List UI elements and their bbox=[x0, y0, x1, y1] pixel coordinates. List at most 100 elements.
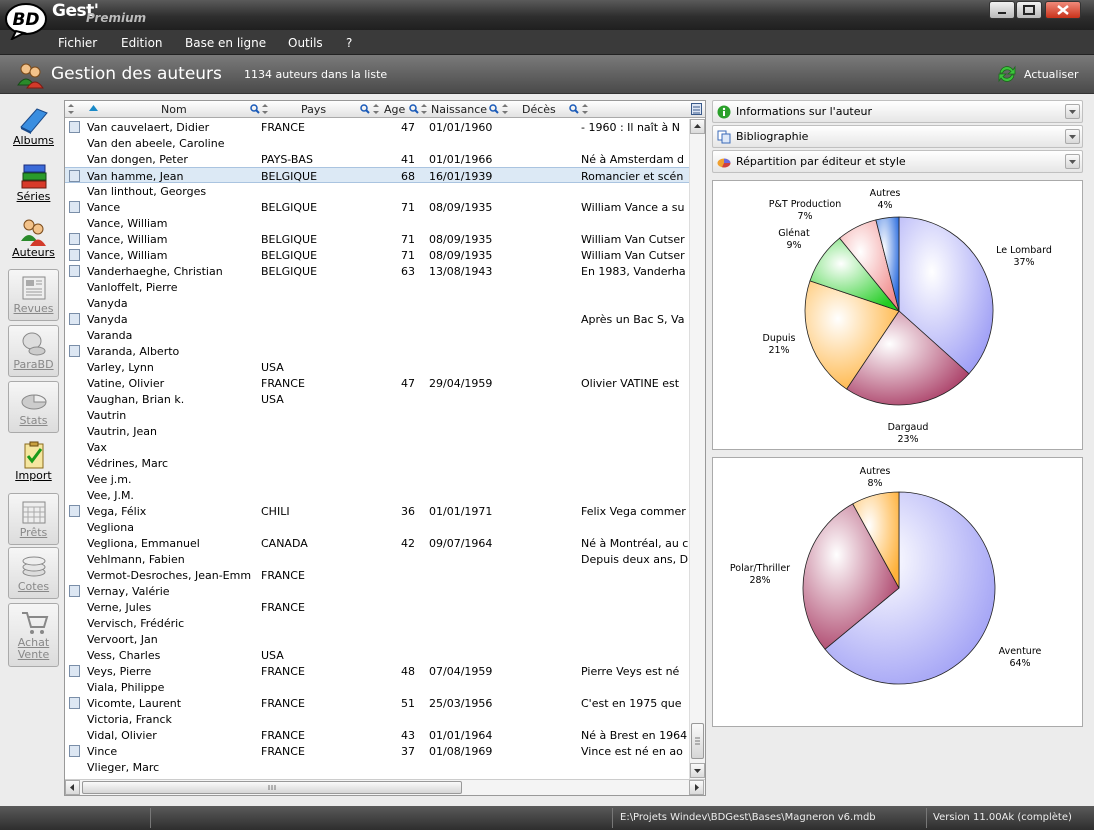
author-country: PAYS-BAS bbox=[261, 153, 313, 166]
table-row[interactable]: Vanyda Après un Bac S, Va bbox=[65, 311, 689, 327]
expand-button[interactable] bbox=[1065, 154, 1080, 169]
close-button[interactable] bbox=[1045, 1, 1081, 19]
table-row[interactable]: Van hamme, Jean BELGIQUE 68 16/01/1939 Roman… bbox=[65, 167, 689, 183]
author-name: Van hamme, Jean bbox=[87, 170, 184, 183]
sidebar-item-stats[interactable]: Stats bbox=[8, 381, 59, 433]
table-row[interactable]: Vidal, Olivier FRANCE 43 01/01/1964 Né à Bre… bbox=[65, 727, 689, 743]
coins-icon bbox=[22, 556, 45, 577]
table-row[interactable]: Vatine, Olivier FRANCE 47 29/04/1959 Olivier… bbox=[65, 375, 689, 391]
column-nom[interactable]: Nom bbox=[161, 103, 187, 116]
parabd-icon bbox=[22, 332, 45, 356]
author-photo-icon bbox=[69, 233, 80, 245]
table-row[interactable]: Vautrin bbox=[65, 407, 689, 423]
sidebar-item-albums[interactable]: Albums bbox=[8, 102, 59, 154]
table-row[interactable]: Vaughan, Brian k. USA bbox=[65, 391, 689, 407]
horizontal-scroll-thumb[interactable] bbox=[82, 781, 462, 794]
vertical-scrollbar[interactable] bbox=[689, 119, 705, 779]
author-age: 37 bbox=[401, 745, 415, 758]
column-picker-icon[interactable] bbox=[691, 103, 702, 115]
table-row[interactable]: Varanda, Alberto bbox=[65, 343, 689, 359]
table-row[interactable]: Vax bbox=[65, 439, 689, 455]
column-naissance[interactable]: Naissance bbox=[431, 103, 487, 116]
table-row[interactable]: Varanda bbox=[65, 327, 689, 343]
table-row[interactable]: Verne, Jules FRANCE bbox=[65, 599, 689, 615]
table-row[interactable]: Vee, J.M. bbox=[65, 487, 689, 503]
sidebar-item-series[interactable]: Séries bbox=[8, 158, 59, 210]
table-row[interactable]: Varley, Lynn USA bbox=[65, 359, 689, 375]
table-row[interactable]: Vanyda bbox=[65, 295, 689, 311]
table-row[interactable]: Van cauvelaert, Didier FRANCE 47 01/01/1960… bbox=[65, 119, 689, 135]
table-row[interactable]: Vanloffelt, Pierre bbox=[65, 279, 689, 295]
table-row[interactable]: Van dongen, Peter PAYS-BAS 41 01/01/1966 Né … bbox=[65, 151, 689, 167]
horizontal-scrollbar[interactable] bbox=[65, 779, 705, 795]
table-row[interactable]: Vlieger, Marc bbox=[65, 759, 689, 775]
sidebar-item-achat-vente[interactable]: Achat Vente bbox=[8, 603, 59, 667]
table-row[interactable]: Vee j.m. bbox=[65, 471, 689, 487]
table-row[interactable]: Vegliona bbox=[65, 519, 689, 535]
table-row[interactable]: Vehlmann, Fabien Depuis deux ans, D bbox=[65, 551, 689, 567]
search-icon[interactable] bbox=[250, 104, 260, 114]
panel-bibliographie[interactable]: Bibliographie bbox=[712, 125, 1083, 148]
sidebar-item-label: Achat Vente bbox=[17, 636, 50, 661]
table-row[interactable]: Vegliona, Emmanuel CANADA 42 09/07/1964 Né à… bbox=[65, 535, 689, 551]
author-name: Veys, Pierre bbox=[87, 665, 152, 678]
column-pays[interactable]: Pays bbox=[301, 103, 326, 116]
minimize-button[interactable] bbox=[989, 1, 1015, 19]
table-row[interactable]: Vance, William BELGIQUE 71 08/09/1935 Willia… bbox=[65, 247, 689, 263]
column-age[interactable]: Age bbox=[384, 103, 405, 116]
table-row[interactable]: Vervisch, Frédéric bbox=[65, 615, 689, 631]
table-row[interactable]: Victoria, Franck bbox=[65, 711, 689, 727]
menu-help[interactable]: ? bbox=[346, 36, 352, 50]
table-row[interactable]: Vance, William bbox=[65, 215, 689, 231]
panel-repartition[interactable]: Répartition par éditeur et style bbox=[712, 150, 1083, 173]
author-birthdate: 08/09/1935 bbox=[429, 201, 493, 214]
panel-info-auteur[interactable]: Informations sur l'auteur bbox=[712, 100, 1083, 123]
menu-base-en-ligne[interactable]: Base en ligne bbox=[185, 36, 266, 50]
scroll-left-button[interactable] bbox=[65, 780, 80, 795]
menu-fichier[interactable]: Fichier bbox=[58, 36, 97, 50]
search-icon[interactable] bbox=[489, 104, 499, 114]
scroll-right-button[interactable] bbox=[689, 780, 704, 795]
pie-slice-label: Autres bbox=[870, 188, 901, 199]
table-row[interactable]: Viala, Philippe bbox=[65, 679, 689, 695]
table-row[interactable]: Vermot-Desroches, Jean-Emm FRANCE bbox=[65, 567, 689, 583]
sidebar-item-cotes[interactable]: Cotes bbox=[8, 547, 59, 599]
expand-button[interactable] bbox=[1065, 104, 1080, 119]
table-row[interactable]: Vervoort, Jan bbox=[65, 631, 689, 647]
bibliography-icon bbox=[717, 130, 731, 144]
search-icon[interactable] bbox=[360, 104, 370, 114]
sidebar-item-import[interactable]: Import bbox=[8, 437, 59, 489]
sidebar-item-prets[interactable]: Prêts bbox=[8, 493, 59, 545]
table-row[interactable]: Vega, Félix CHILI 36 01/01/1971 Felix Vega c… bbox=[65, 503, 689, 519]
author-name: Van dongen, Peter bbox=[87, 153, 188, 166]
table-row[interactable]: Vess, Charles USA bbox=[65, 647, 689, 663]
table-row[interactable]: Van linthout, Georges bbox=[65, 183, 689, 199]
author-photo-icon bbox=[69, 170, 80, 182]
scroll-down-button[interactable] bbox=[690, 763, 705, 778]
menu-edition[interactable]: Edition bbox=[121, 36, 163, 50]
sidebar-item-revues[interactable]: Revues bbox=[8, 269, 59, 321]
table-row[interactable]: Vautrin, Jean bbox=[65, 423, 689, 439]
table-row[interactable]: Vicomte, Laurent FRANCE 51 25/03/1956 C'est … bbox=[65, 695, 689, 711]
sidebar-item-auteurs[interactable]: Auteurs bbox=[8, 214, 59, 266]
table-row[interactable]: Vance BELGIQUE 71 08/09/1935 William Vance a… bbox=[65, 199, 689, 215]
sidebar-item-parabd[interactable]: ParaBD bbox=[8, 325, 59, 377]
table-row[interactable]: Védrines, Marc bbox=[65, 455, 689, 471]
table-row[interactable]: Van den abeele, Caroline bbox=[65, 135, 689, 151]
table-row[interactable]: Vince FRANCE 37 01/08/1969 Vince est né en a… bbox=[65, 743, 689, 759]
author-country: FRANCE bbox=[261, 601, 305, 614]
expand-button[interactable] bbox=[1065, 129, 1080, 144]
table-row[interactable]: Vance, William BELGIQUE 71 08/09/1935 Willia… bbox=[65, 231, 689, 247]
author-count: 1134 auteurs dans la liste bbox=[244, 68, 388, 81]
table-row[interactable]: Veys, Pierre FRANCE 48 07/04/1959 Pierre Vey… bbox=[65, 663, 689, 679]
search-icon[interactable] bbox=[409, 104, 419, 114]
scroll-up-button[interactable] bbox=[690, 119, 705, 134]
table-row[interactable]: Vanderhaeghe, Christian BELGIQUE 63 13/08/1… bbox=[65, 263, 689, 279]
table-row[interactable]: Vernay, Valérie bbox=[65, 583, 689, 599]
vertical-scroll-thumb[interactable] bbox=[691, 723, 704, 759]
author-name: Victoria, Franck bbox=[87, 713, 172, 726]
menu-outils[interactable]: Outils bbox=[288, 36, 323, 50]
column-deces[interactable]: Décès bbox=[522, 103, 556, 116]
maximize-button[interactable] bbox=[1016, 1, 1042, 19]
search-icon[interactable] bbox=[569, 104, 579, 114]
